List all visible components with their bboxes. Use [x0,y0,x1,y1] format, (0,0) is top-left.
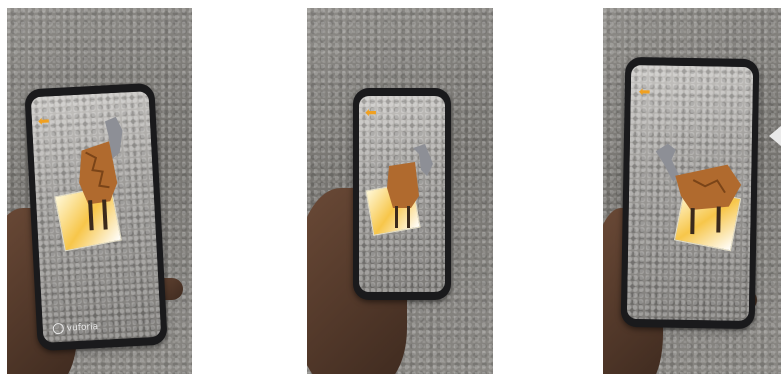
giraffe-3d-model [387,144,433,228]
giraffe-3d-model [79,116,123,231]
photo-right: ⬅ [603,8,781,374]
phone: ⬅ [620,56,760,330]
arrow-left-icon[interactable]: ⬅ [639,84,651,100]
vuforia-watermark: vuforia [52,321,99,335]
phone: ⬅ [353,88,451,300]
arrow-left-icon[interactable]: ⬅ [365,106,377,120]
arrow-left-icon[interactable]: ⬅ [38,113,51,130]
vuforia-label: vuforia [66,321,99,334]
photo-middle: ⬅ [307,8,493,374]
phone-screen: ⬅ [626,64,754,322]
photo-left: ⬅ vuforia [7,8,192,374]
phone: ⬅ vuforia [24,82,168,352]
vuforia-logo-icon [52,322,65,335]
next-chevron-icon[interactable] [769,126,781,146]
phone-screen: ⬅ [359,96,445,292]
phone-screen: ⬅ vuforia [30,91,162,343]
giraffe-3d-model [655,143,742,235]
